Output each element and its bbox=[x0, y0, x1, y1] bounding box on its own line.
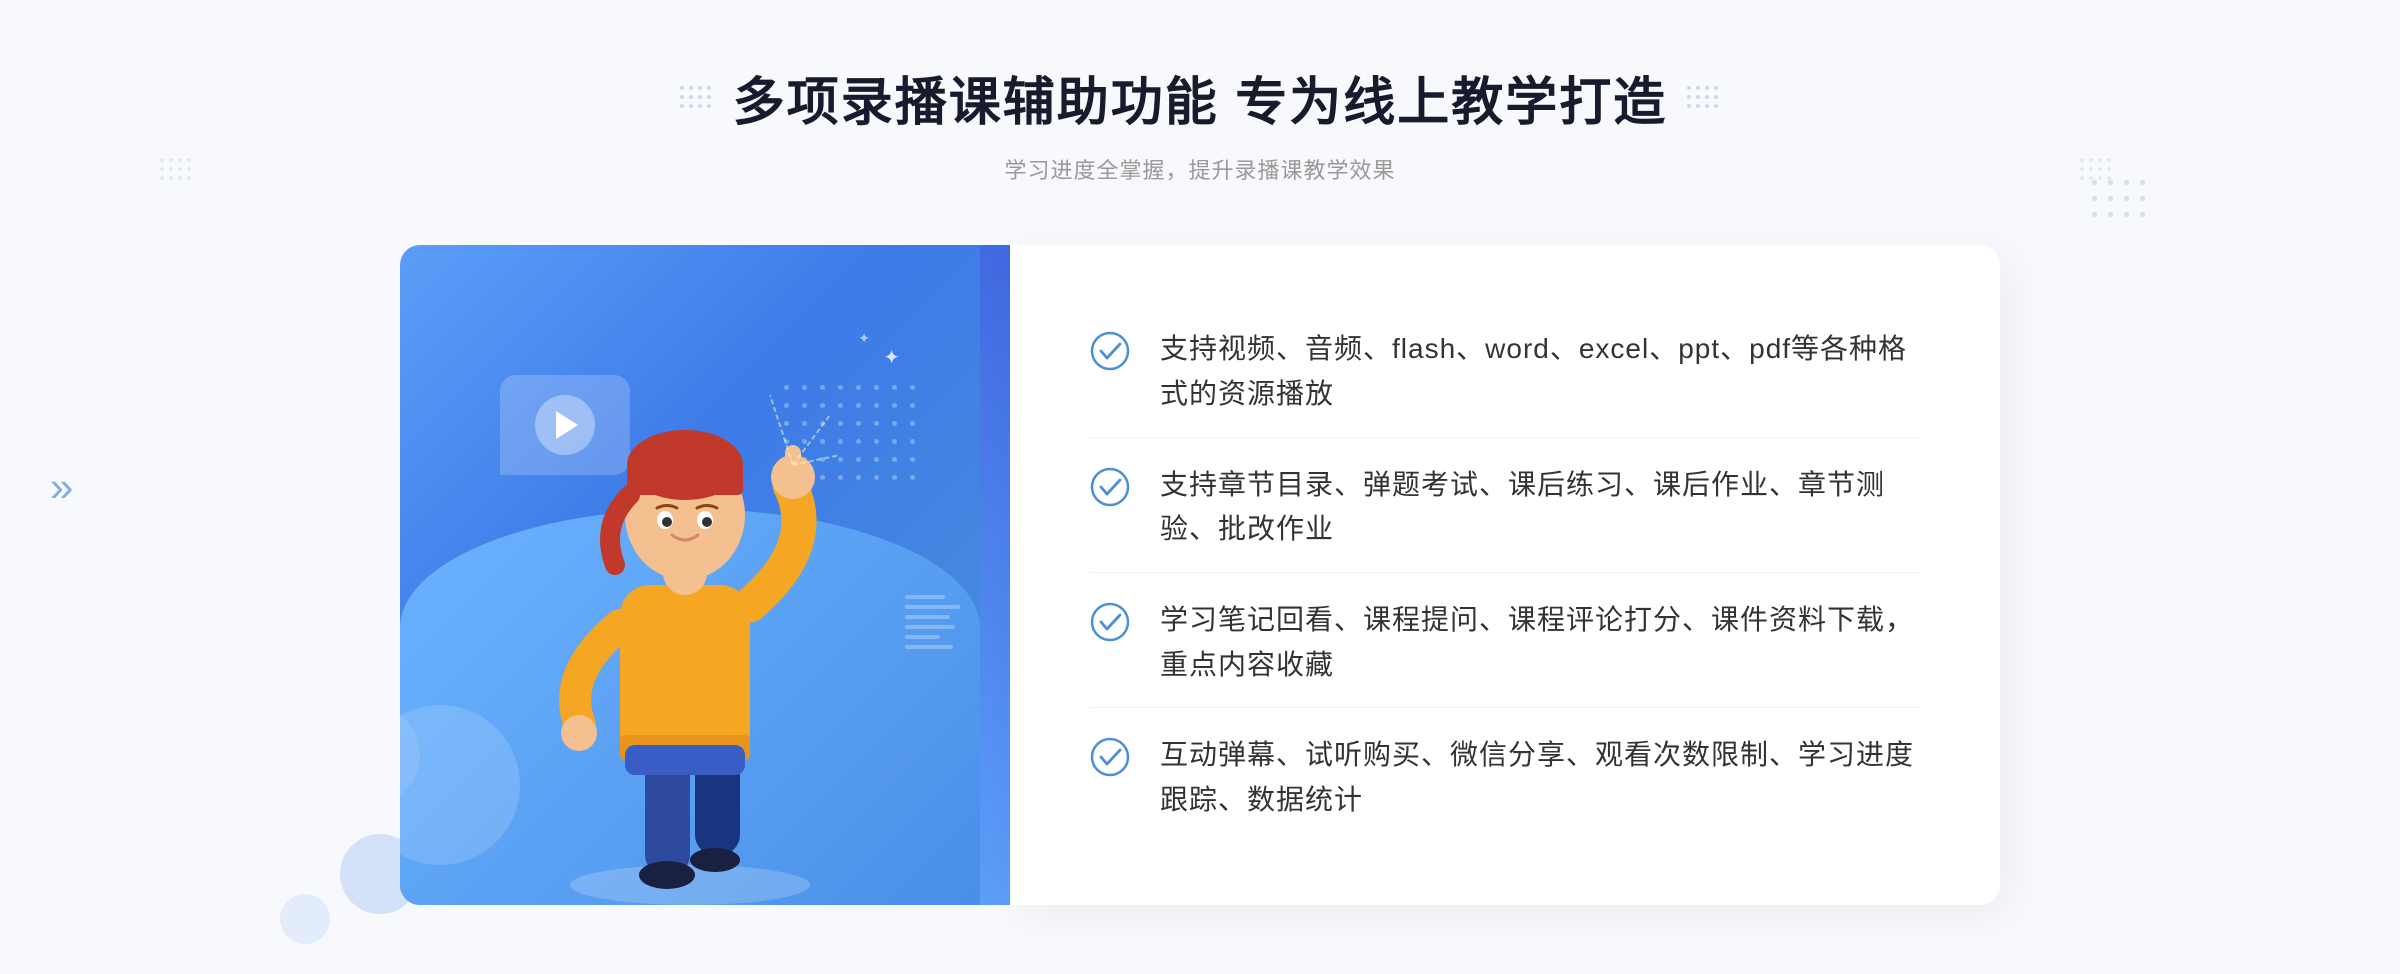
sparkle-small: ✦ bbox=[858, 330, 870, 347]
title-deco-right bbox=[1687, 86, 1720, 110]
check-icon-3 bbox=[1090, 602, 1130, 642]
check-icon-1 bbox=[1090, 331, 1130, 371]
sparkle-large: ✦ bbox=[883, 345, 900, 370]
feature-text-3: 学习笔记回看、课程提问、课程评论打分、课件资料下载，重点内容收藏 bbox=[1160, 598, 1920, 688]
human-figure-illustration bbox=[500, 365, 880, 905]
features-panel: 支持视频、音频、flash、word、excel、ppt、pdf等各种格式的资源… bbox=[1010, 245, 2000, 905]
feature-item-2: 支持章节目录、弹题考试、课后练习、课后作业、章节测验、批改作业 bbox=[1090, 443, 1920, 574]
feature-text-2: 支持章节目录、弹题考试、课后练习、课后作业、章节测验、批改作业 bbox=[1160, 463, 1920, 553]
header-section: 多项录播课辅助功能 专为线上教学打造 学习进度全掌握，提升录播课教学效果 bbox=[680, 60, 1720, 185]
title-row: 多项录播课辅助功能 专为线上教学打造 bbox=[680, 60, 1720, 135]
left-arrow-decoration: » bbox=[50, 463, 65, 511]
check-icon-2 bbox=[1090, 467, 1130, 507]
feature-item-1: 支持视频、音频、flash、word、excel、ppt、pdf等各种格式的资源… bbox=[1090, 307, 1920, 438]
check-icon-4 bbox=[1090, 737, 1130, 777]
blue-sidebar-divider bbox=[980, 245, 1010, 905]
outside-dots-right bbox=[2092, 180, 2150, 222]
main-content: ✦ ✦ bbox=[400, 245, 2000, 905]
page-subtitle: 学习进度全掌握，提升录播课教学效果 bbox=[680, 153, 1720, 185]
header-dot-decoration-left bbox=[160, 130, 280, 210]
outside-circle-small bbox=[280, 894, 330, 944]
illustration-panel: ✦ ✦ bbox=[400, 245, 980, 905]
stripes-decoration bbox=[905, 595, 960, 649]
feature-item-3: 学习笔记回看、课程提问、课程评论打分、课件资料下载，重点内容收藏 bbox=[1090, 578, 1920, 709]
title-deco-left bbox=[680, 86, 713, 110]
feature-text-4: 互动弹幕、试听购买、微信分享、观看次数限制、学习进度跟踪、数据统计 bbox=[1160, 733, 1920, 823]
page-title: 多项录播课辅助功能 专为线上教学打造 bbox=[733, 60, 1667, 135]
page-container: 多项录播课辅助功能 专为线上教学打造 学习进度全掌握，提升录播课教学效果 » ✦… bbox=[0, 0, 2400, 974]
feature-item-4: 互动弹幕、试听购买、微信分享、观看次数限制、学习进度跟踪、数据统计 bbox=[1090, 713, 1920, 843]
feature-text-1: 支持视频、音频、flash、word、excel、ppt、pdf等各种格式的资源… bbox=[1160, 327, 1920, 417]
